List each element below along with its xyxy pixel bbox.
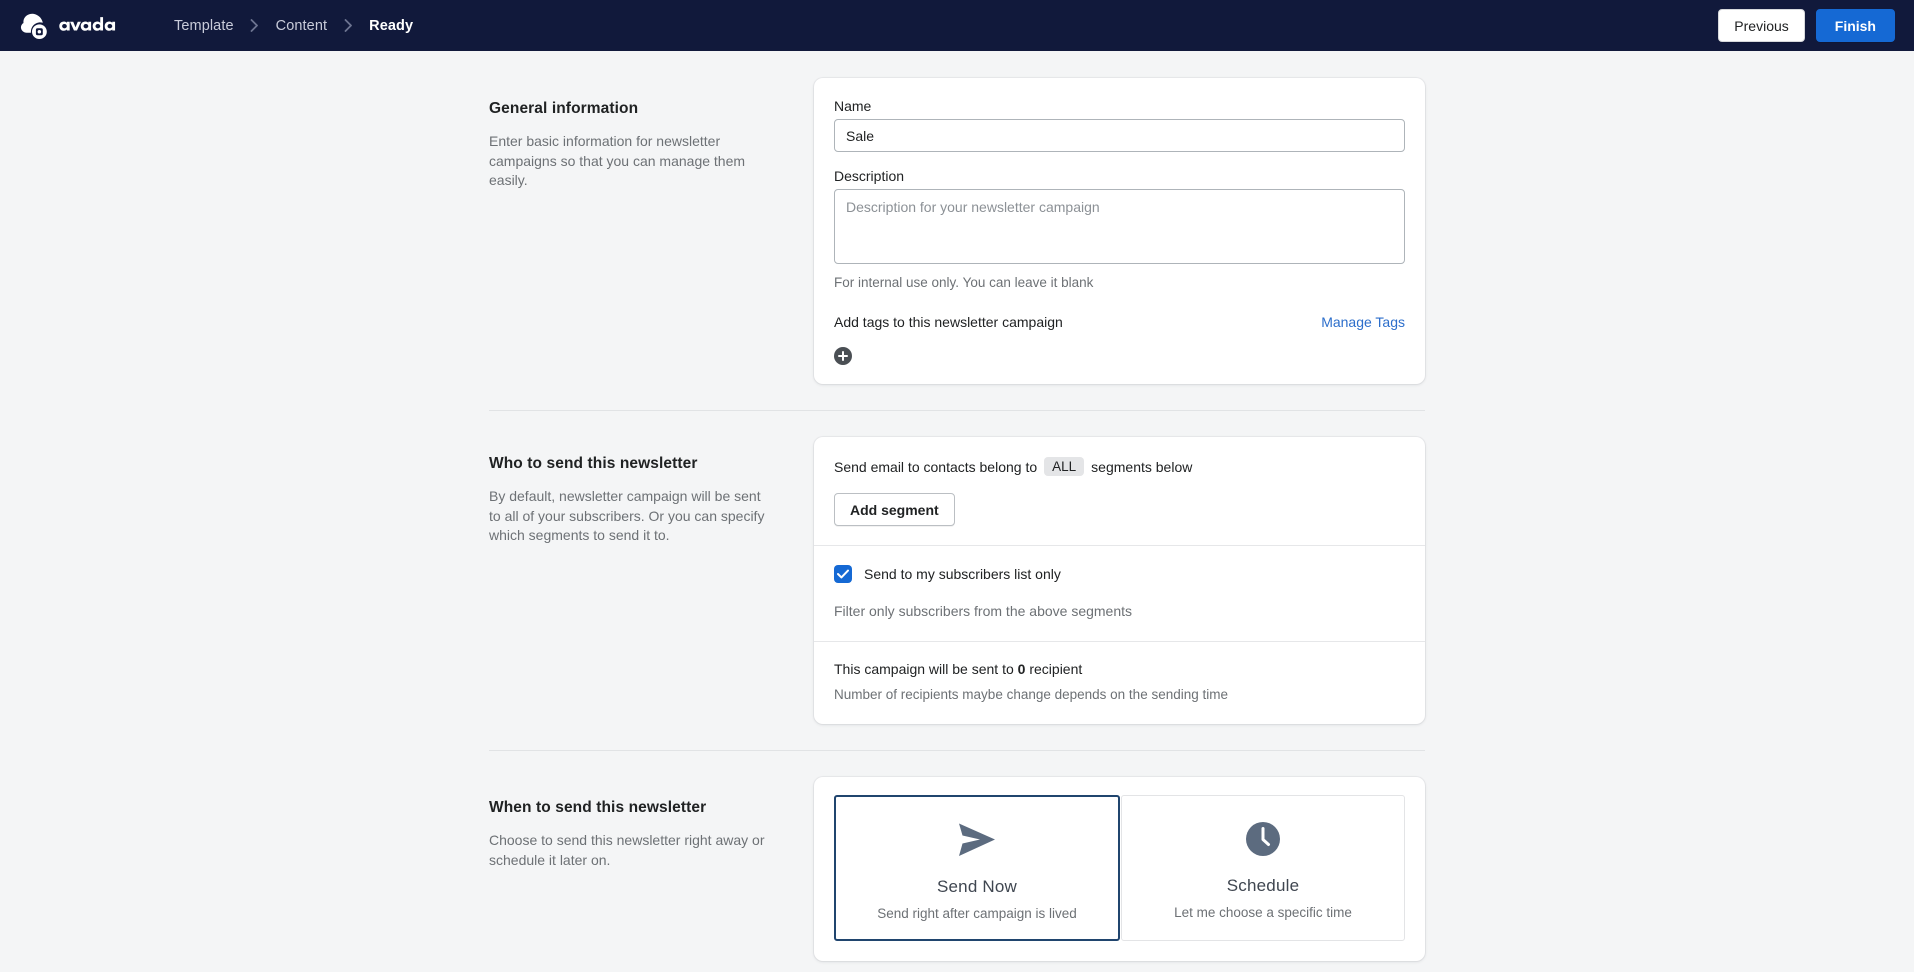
send-timing-options: Send Now Send right after campaign is li… <box>814 777 1425 961</box>
section-general-header: General information Enter basic informat… <box>489 78 814 384</box>
name-input[interactable] <box>834 119 1405 152</box>
topbar-actions: Previous Finish <box>1718 9 1895 42</box>
subscribers-checkbox[interactable] <box>834 565 852 583</box>
subscribers-block: Send to my subscribers list only Filter … <box>814 546 1425 641</box>
breadcrumb: Template Content Ready <box>172 18 415 34</box>
general-card-body: Name Description For internal use only. … <box>814 78 1425 384</box>
general-information-card: Name Description For internal use only. … <box>814 78 1425 384</box>
section-divider-2 <box>489 750 1425 751</box>
segments-block: Send email to contacts belong to ALL seg… <box>814 437 1425 545</box>
who-to-send-card: Send email to contacts belong to ALL seg… <box>814 437 1425 724</box>
section-when-to-send: When to send this newsletter Choose to s… <box>489 777 1425 961</box>
segment-sentence-suffix: segments below <box>1091 458 1193 475</box>
plus-circle-icon <box>838 351 848 361</box>
name-label: Name <box>834 98 872 114</box>
finish-button[interactable]: Finish <box>1815 9 1895 42</box>
section-who-title: Who to send this newsletter <box>489 455 698 472</box>
add-tag-button[interactable] <box>834 347 852 365</box>
breadcrumb-item-content[interactable]: Content <box>274 18 330 34</box>
recipients-block: This campaign will be sent to 0 recipien… <box>814 642 1425 724</box>
section-when-description: Choose to send this newsletter right awa… <box>489 832 765 868</box>
section-who-to-send: Who to send this newsletter By default, … <box>489 437 1425 724</box>
recipient-suffix: recipient <box>1029 661 1083 677</box>
app-logo[interactable] <box>18 13 133 39</box>
section-general-information: General information Enter basic informat… <box>489 78 1425 384</box>
segment-match-selector[interactable]: ALL <box>1044 457 1085 476</box>
recipient-count-line: This campaign will be sent to 0 recipien… <box>834 661 1405 677</box>
section-who-header: Who to send this newsletter By default, … <box>489 437 814 724</box>
top-bar: Template Content Ready Previous Finish <box>0 0 1914 51</box>
chevron-right-icon <box>236 19 274 32</box>
recipient-prefix: This campaign will be sent to <box>834 661 1014 677</box>
segment-sentence-prefix: Send email to contacts belong to <box>834 458 1038 475</box>
segment-sentence: Send email to contacts belong to ALL seg… <box>834 457 1405 476</box>
schedule-option[interactable]: Schedule Let me choose a specific time <box>1121 795 1405 941</box>
section-who-description: By default, newsletter campaign will be … <box>489 488 765 543</box>
recipient-note: Number of recipients maybe change depend… <box>834 687 1228 702</box>
page-content: General information Enter basic informat… <box>0 51 1914 961</box>
section-general-title: General information <box>489 100 639 117</box>
subscribers-checkbox-row[interactable]: Send to my subscribers list only <box>834 565 1405 583</box>
subscribers-note: Filter only subscribers from the above s… <box>834 603 1133 619</box>
chevron-right-icon <box>329 19 367 32</box>
subscribers-checkbox-label: Send to my subscribers list only <box>864 566 1061 582</box>
paper-plane-icon <box>846 819 1108 861</box>
section-general-description: Enter basic information for newsletter c… <box>489 133 746 188</box>
section-divider-1 <box>489 410 1425 411</box>
tags-label: Add tags to this newsletter campaign <box>834 314 1063 330</box>
schedule-title: Schedule <box>1226 876 1300 895</box>
avada-wordmark <box>55 15 133 37</box>
manage-tags-link[interactable]: Manage Tags <box>1321 314 1405 330</box>
send-now-title: Send Now <box>936 877 1018 896</box>
breadcrumb-item-ready[interactable]: Ready <box>367 18 415 34</box>
send-now-subtitle: Send right after campaign is lived <box>877 906 1077 921</box>
page-scroll-area[interactable]: General information Enter basic informat… <box>0 51 1914 972</box>
previous-button[interactable]: Previous <box>1718 9 1805 42</box>
send-now-option[interactable]: Send Now Send right after campaign is li… <box>834 795 1120 941</box>
when-to-send-card: Send Now Send right after campaign is li… <box>814 777 1425 961</box>
description-help-text: For internal use only. You can leave it … <box>834 275 1094 290</box>
description-textarea[interactable] <box>834 189 1405 264</box>
add-segment-button[interactable]: Add segment <box>834 493 955 526</box>
avada-cloud-logo-icon <box>18 13 48 39</box>
schedule-subtitle: Let me choose a specific time <box>1174 905 1352 920</box>
section-when-title: When to send this newsletter <box>489 799 707 816</box>
tags-row: Add tags to this newsletter campaign Man… <box>834 314 1405 330</box>
breadcrumb-item-template[interactable]: Template <box>172 18 236 34</box>
clock-icon <box>1132 818 1394 860</box>
section-when-header: When to send this newsletter Choose to s… <box>489 777 814 961</box>
description-label: Description <box>834 168 905 184</box>
check-icon <box>837 569 849 579</box>
recipient-count: 0 <box>1017 661 1026 677</box>
